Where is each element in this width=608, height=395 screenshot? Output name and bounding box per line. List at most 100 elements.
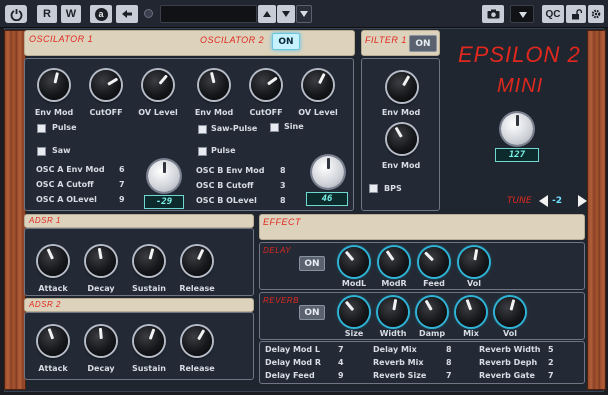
osc2-knob-2[interactable] (303, 70, 333, 100)
adsr1-knob-1[interactable] (86, 246, 116, 276)
gear-icon (591, 9, 601, 19)
osc2-knob-1[interactable] (251, 70, 281, 100)
settings-button[interactable] (588, 5, 604, 23)
read-automation-button[interactable]: R (37, 5, 57, 23)
wood-side-right (587, 30, 606, 390)
options-dropdown[interactable] (510, 5, 534, 23)
filter-knob1-label: Env Mod (381, 108, 421, 117)
preset-field[interactable] (160, 5, 257, 23)
osc-a-param-value: 6 (119, 165, 125, 174)
delay-title: DELAY (263, 246, 292, 255)
tune-increase-button[interactable] (578, 195, 588, 207)
delay-knob-3[interactable] (459, 247, 489, 277)
effect-param-value: 7 (338, 345, 344, 354)
reverb-knob-label: Vol (503, 329, 517, 338)
auto-label: a (94, 7, 108, 21)
effect-param-label: Delay Mod L (265, 345, 321, 354)
reverb-title: REVERB (263, 296, 299, 305)
delay-knob-0[interactable] (339, 247, 369, 277)
adsr2-knob-0[interactable] (38, 326, 68, 356)
adsr1-title: ADSR 1 (29, 216, 61, 225)
reverb-knob-2[interactable] (417, 297, 447, 327)
host-toolbar: R W a QC (0, 0, 608, 28)
adsr2-knob-3[interactable] (182, 326, 212, 356)
adsr2-knob-1[interactable] (86, 326, 116, 356)
triangle-up-icon (263, 11, 271, 17)
osc1-knob-label: Env Mod (34, 108, 74, 117)
osc-a-param-label: OSC A Cutoff (36, 180, 94, 189)
adsr2-knob-2[interactable] (134, 326, 164, 356)
power-button[interactable] (5, 5, 27, 23)
camera-icon (487, 9, 499, 19)
chevron-down-icon (519, 12, 527, 18)
adsr1-knob-3[interactable] (182, 246, 212, 276)
osc2-sawpulse-checkbox[interactable] (198, 125, 207, 134)
filter-bps-checkbox[interactable] (369, 184, 378, 193)
osc1-knob-label: OV Level (138, 108, 178, 117)
adsr2-knob-label: Release (179, 364, 215, 373)
tune-value: -2 (552, 196, 562, 206)
osc1-knob-1[interactable] (91, 70, 121, 100)
quick-controls-button[interactable]: QC (542, 5, 564, 23)
power-icon (10, 8, 22, 21)
triangle-right-icon (578, 195, 587, 207)
preset-down-button[interactable] (277, 5, 295, 23)
master-volume-knob[interactable] (501, 113, 533, 145)
filter-on-button[interactable]: ON (409, 35, 437, 52)
osc2-sine-checkbox[interactable] (270, 123, 279, 132)
osc1-pulse-checkbox[interactable] (37, 124, 46, 133)
osc2-sawpulse-label: Saw-Pulse (211, 124, 258, 133)
unlock-button[interactable] (566, 5, 586, 23)
effect-param-label: Reverb Deph (479, 358, 538, 367)
osc2-knob-label: Env Mod (194, 108, 234, 117)
reverb-knob-3[interactable] (456, 297, 486, 327)
osc-b-fine-knob[interactable] (312, 156, 344, 188)
preset-up-button[interactable] (258, 5, 276, 23)
effect-param-label: Delay Feed (265, 371, 315, 380)
reverb-knob-4[interactable] (495, 297, 525, 327)
preset-menu-button[interactable] (296, 5, 312, 23)
bypass-button[interactable] (116, 5, 138, 23)
osc1-saw-checkbox[interactable] (37, 147, 46, 156)
effect-param-value: 2 (548, 358, 554, 367)
osc2-knob-label: OV Level (298, 108, 338, 117)
auto-button[interactable]: a (90, 5, 112, 23)
wood-side-left (4, 30, 26, 390)
delay-knob-1[interactable] (379, 247, 409, 277)
filter-title: FILTER 1 (365, 35, 407, 45)
reverb-knob-0[interactable] (339, 297, 369, 327)
delay-on-button[interactable]: ON (299, 256, 325, 271)
osc-b-lcd: 46 (306, 192, 348, 206)
tune-decrease-button[interactable] (539, 195, 549, 207)
adsr1-knob-0[interactable] (38, 246, 68, 276)
write-automation-button[interactable]: W (61, 5, 81, 23)
osc2-pulse-checkbox[interactable] (198, 147, 207, 156)
effect-param-value: 7 (548, 371, 554, 380)
osc-a-lcd: -29 (144, 195, 184, 209)
chevron-down-icon (300, 11, 308, 17)
delay-knob-2[interactable] (419, 247, 449, 277)
effect-title: EFFECT (263, 217, 301, 227)
osc1-title: OSCILATOR 1 (29, 34, 94, 44)
filter-envmod-knob-1[interactable] (387, 72, 417, 102)
adsr1-knob-2[interactable] (134, 246, 164, 276)
triangle-down-icon (282, 11, 290, 17)
osc2-on-button[interactable]: ON (272, 33, 300, 50)
filter-envmod-knob-2[interactable] (387, 124, 417, 154)
adsr1-knob-label: Release (179, 284, 215, 293)
snapshot-button[interactable] (482, 5, 504, 23)
filter-knob2-label: Env Mod (381, 161, 421, 170)
osc2-knob-0[interactable] (199, 70, 229, 100)
effect-param-value: 8 (446, 345, 452, 354)
osc-a-fine-knob[interactable] (148, 160, 180, 192)
reverb-knob-1[interactable] (378, 297, 408, 327)
osc-a-param-value: 7 (119, 180, 125, 189)
osc1-knob-0[interactable] (39, 70, 69, 100)
osc-b-param-value: 3 (280, 181, 286, 190)
brand-subtitle: MINI (497, 75, 544, 97)
osc1-knob-2[interactable] (143, 70, 173, 100)
adsr2-title: ADSR 2 (29, 300, 61, 309)
osc-b-param-value: 8 (280, 166, 286, 175)
reverb-on-button[interactable]: ON (299, 305, 325, 320)
osc2-sine-label: Sine (284, 122, 304, 131)
